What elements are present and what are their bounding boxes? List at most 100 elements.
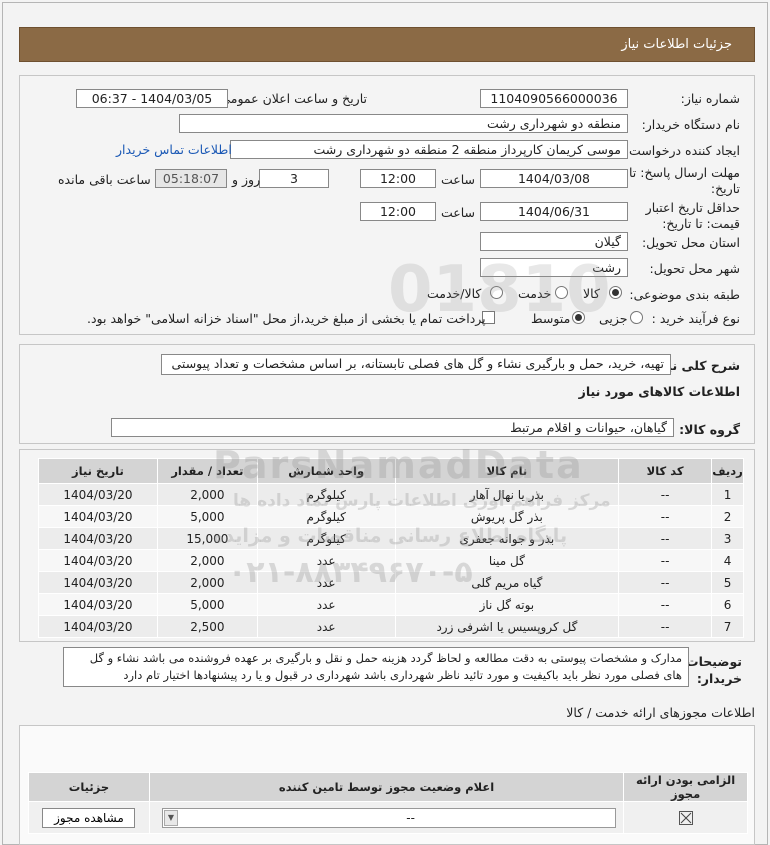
process-option-medium: متوسط [531, 311, 571, 326]
cell-unit: عدد [256, 615, 396, 638]
treasury-payment-note: پرداخت تمام یا بخشی از مبلغ خرید،از محل … [87, 311, 486, 326]
permit-row: -- ▼ مشاهده مجوز [28, 801, 748, 834]
cell-quantity: 5,000 [156, 505, 258, 528]
cell-quantity: 2,000 [156, 571, 258, 594]
goods-group-field: گیاهان، حیوانات و اقلام مرتبط [111, 418, 674, 437]
process-radio-medium[interactable] [572, 311, 585, 324]
cell-unit: کیلوگرم [256, 527, 396, 550]
category-radio-service[interactable] [555, 286, 568, 299]
cell-date: 1404/03/20 [38, 593, 158, 616]
announce-label: تاریخ و ساعت اعلان عمومی: [216, 91, 367, 106]
table-row: 6 -- بوته گل ناز عدد 5,000 1404/03/20 [38, 593, 744, 616]
buyer-notes-field: مدارک و مشخصات پیوستی به دقت مطالعه و لح… [63, 647, 689, 687]
cell-quantity: 5,000 [156, 593, 258, 616]
cell-code: -- [618, 549, 713, 572]
table-row: 1 -- بذر یا نهال آهار کیلوگرم 2,000 1404… [38, 483, 744, 506]
permit-required-cell [623, 801, 748, 834]
permit-col-details: جزئیات [28, 772, 150, 802]
cell-date: 1404/03/20 [38, 615, 158, 638]
cell-row: 4 [711, 549, 744, 572]
cell-row: 5 [711, 571, 744, 594]
cell-code: -- [618, 571, 713, 594]
category-radio-goods[interactable] [609, 286, 622, 299]
cell-unit: کیلوگرم [256, 483, 396, 506]
province-label: استان محل تحویل: [641, 235, 740, 250]
cell-date: 1404/03/20 [38, 549, 158, 572]
process-radio-minor[interactable] [630, 311, 643, 324]
cell-name: گیاه مریم گلی [394, 571, 620, 594]
deadline-date-field: 1404/03/08 [480, 169, 628, 188]
description-field: تهیه، خرید، حمل و بارگیری نشاء و گل های … [161, 354, 671, 375]
cell-date: 1404/03/20 [38, 571, 158, 594]
table-row: 3 -- بذر و جوانه جعفری کیلوگرم 15,000 14… [38, 527, 744, 550]
buyer-notes-label: توضیحات خریدار: [686, 654, 742, 686]
cell-row: 3 [711, 527, 744, 550]
cell-row: 7 [711, 615, 744, 638]
cell-unit: عدد [256, 593, 396, 616]
cell-row: 1 [711, 483, 744, 506]
buyer-org-field: منطقه دو شهرداری رشت [179, 114, 628, 133]
permit-status-value: -- [406, 811, 415, 825]
chevron-down-icon: ▼ [163, 810, 178, 826]
cell-date: 1404/03/20 [38, 527, 158, 550]
cell-row: 2 [711, 505, 744, 528]
category-option-service: خدمت [518, 286, 552, 301]
buyer-contact-link[interactable]: اطلاعات تماس خریدار [116, 142, 232, 157]
permits-table: الزامی بودن ارائه مجوز اعلام وضعیت مجوز … [28, 772, 748, 834]
view-permit-button[interactable]: مشاهده مجوز [42, 807, 136, 828]
validity-label: حداقل تاریخ اعتبار قیمت: تا تاریخ: [645, 200, 740, 231]
page-title: جزئیات اطلاعات نیاز [621, 37, 732, 52]
category-radio-goods-service[interactable] [490, 286, 503, 299]
creator-label: ایجاد کننده درخواست: [624, 143, 740, 158]
validity-time-label: ساعت [441, 205, 476, 220]
category-option-goods-service: کالا/خدمت [427, 286, 482, 301]
table-row: 4 -- گل مینا عدد 2,000 1404/03/20 [38, 549, 744, 572]
table-row: 7 -- گل کروپسیس یا اشرفی زرد عدد 2,500 1… [38, 615, 744, 638]
col-header-row: ردیف [711, 458, 744, 484]
need-number-label: شماره نیاز: [680, 91, 740, 106]
cell-quantity: 15,000 [156, 527, 258, 550]
permits-table-header: الزامی بودن ارائه مجوز اعلام وضعیت مجوز … [28, 772, 748, 802]
cell-name: گل مینا [394, 549, 620, 572]
items-table-header: ردیف کد کالا نام کالا واحد شمارش تعداد /… [38, 458, 744, 484]
goods-info-title: اطلاعات کالاهای مورد نیاز [578, 384, 740, 399]
process-option-minor: جزیی [599, 311, 628, 326]
cell-unit: کیلوگرم [256, 505, 396, 528]
permit-status-select[interactable]: -- ▼ [161, 808, 616, 828]
col-header-quantity: تعداد / مقدار [156, 458, 258, 484]
process-label: نوع فرآیند خرید : [651, 311, 740, 326]
cell-unit: عدد [256, 549, 396, 572]
cell-name: بوته گل ناز [394, 593, 620, 616]
deadline-time-field: 12:00 [360, 169, 436, 188]
cell-code: -- [618, 483, 713, 506]
deadline-time-label: ساعت [441, 172, 476, 187]
table-row: 2 -- بذر گل پریوش کیلوگرم 5,000 1404/03/… [38, 505, 744, 528]
goods-group-label: گروه کالا: [679, 422, 740, 437]
col-header-code: کد کالا [618, 458, 713, 484]
cell-unit: عدد [256, 571, 396, 594]
deadline-label: مهلت ارسال پاسخ: تا تاریخ: [629, 165, 740, 196]
col-header-name: نام کالا [394, 458, 620, 484]
validity-time-field: 12:00 [360, 202, 436, 221]
creator-field: موسی کریمان کارپرداز منطقه 2 منطقه دو شه… [230, 140, 628, 159]
cell-code: -- [618, 593, 713, 616]
announce-datetime-field: 1404/03/05 - 06:37 [76, 89, 228, 108]
table-row: 5 -- گیاه مریم گلی عدد 2,000 1404/03/20 [38, 571, 744, 594]
cell-name: بذر گل پریوش [394, 505, 620, 528]
days-remaining-field: 3 [259, 169, 329, 188]
validity-date-field: 1404/06/31 [480, 202, 628, 221]
page-frame: جزئیات اطلاعات نیاز شماره نیاز: 11040905… [2, 2, 768, 845]
permit-status-cell: -- ▼ [148, 801, 625, 834]
buyer-org-label: نام دستگاه خریدار: [641, 117, 740, 132]
page-header: جزئیات اطلاعات نیاز [19, 27, 755, 62]
permit-col-status: اعلام وضعیت مجوز توسط تامین کننده [148, 772, 625, 802]
col-header-unit: واحد شمارش [256, 458, 396, 484]
need-number-field: 1104090566000036 [480, 89, 628, 108]
cell-date: 1404/03/20 [38, 505, 158, 528]
required-checkbox-icon [678, 810, 693, 825]
col-header-date: تاریخ نیاز [38, 458, 158, 484]
cell-name: بذر و جوانه جعفری [394, 527, 620, 550]
permit-details-cell: مشاهده مجوز [28, 801, 150, 834]
cell-code: -- [618, 505, 713, 528]
category-label: طبقه بندی موضوعی: [629, 287, 740, 302]
